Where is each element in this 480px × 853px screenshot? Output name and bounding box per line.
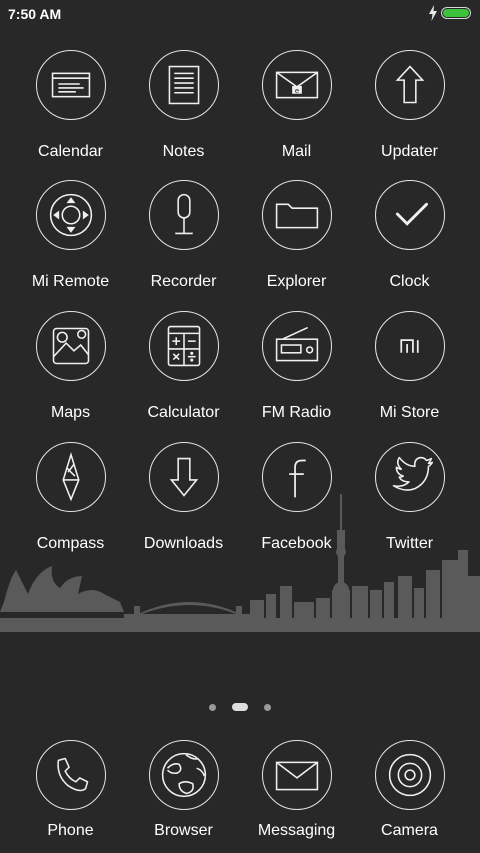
camera-lens-icon — [374, 740, 445, 810]
app-label: FM Radio — [261, 404, 332, 421]
app-label: Calculator — [147, 404, 220, 421]
page-dot-3[interactable] — [264, 704, 271, 711]
folder-icon — [261, 180, 332, 250]
page-indicator[interactable] — [0, 700, 480, 714]
app-label: Mi Remote — [31, 273, 110, 290]
notes-icon — [148, 50, 219, 120]
app-label: Explorer — [266, 273, 327, 290]
envelope-icon — [261, 740, 332, 810]
globe-icon — [148, 740, 219, 810]
app-label: Mail — [281, 143, 312, 160]
calendar-icon — [35, 50, 106, 120]
battery-level-fill — [443, 9, 469, 17]
radio-icon — [261, 311, 332, 381]
app-label: Notes — [162, 143, 205, 160]
calculator-icon — [148, 311, 219, 381]
app-fm-radio[interactable]: FM Radio — [240, 311, 353, 422]
charging-bolt-icon — [429, 5, 437, 21]
app-label: Calendar — [38, 143, 103, 160]
app-label: Browser — [154, 822, 213, 839]
app-recorder[interactable]: Recorder — [127, 180, 240, 291]
remote-icon — [35, 180, 106, 250]
checkmark-icon — [374, 180, 445, 250]
mail-icon: e — [261, 50, 332, 120]
app-label: Mi Store — [379, 404, 440, 421]
app-label: Camera — [381, 822, 438, 839]
app-calendar[interactable]: Calendar — [14, 50, 127, 161]
dock-app-phone[interactable]: Phone — [14, 740, 127, 840]
app-mi-store[interactable]: Mi Store — [353, 311, 466, 422]
dock-app-browser[interactable]: Browser — [127, 740, 240, 840]
svg-text:e: e — [294, 86, 298, 95]
app-label: Updater — [381, 143, 438, 160]
battery-icon — [441, 7, 471, 19]
dock-app-camera[interactable]: Camera — [353, 740, 466, 840]
app-updater[interactable]: Updater — [353, 50, 466, 161]
app-label: Messaging — [257, 822, 336, 839]
microphone-icon — [148, 180, 219, 250]
app-label: Clock — [389, 273, 430, 290]
app-label: Recorder — [150, 273, 217, 290]
status-bar: 7:50 AM — [0, 0, 480, 28]
app-label: Phone — [47, 822, 94, 839]
app-mi-remote[interactable]: Mi Remote — [14, 180, 127, 291]
mi-logo-icon — [374, 311, 445, 381]
app-notes[interactable]: Notes — [127, 50, 240, 161]
phone-icon — [35, 740, 106, 810]
app-mail[interactable]: e Mail — [240, 50, 353, 161]
app-clock[interactable]: Clock — [353, 180, 466, 291]
skyline-wallpaper — [0, 494, 480, 632]
app-maps[interactable]: Maps — [14, 311, 127, 422]
app-calculator[interactable]: Calculator — [127, 311, 240, 422]
page-dot-2-active[interactable] — [232, 703, 248, 711]
app-explorer[interactable]: Explorer — [240, 180, 353, 291]
map-icon — [35, 311, 106, 381]
page-dot-1[interactable] — [209, 704, 216, 711]
status-time: 7:50 AM — [8, 6, 62, 22]
dock-app-messaging[interactable]: Messaging — [240, 740, 353, 840]
updater-icon — [374, 50, 445, 120]
app-label: Maps — [50, 404, 91, 421]
